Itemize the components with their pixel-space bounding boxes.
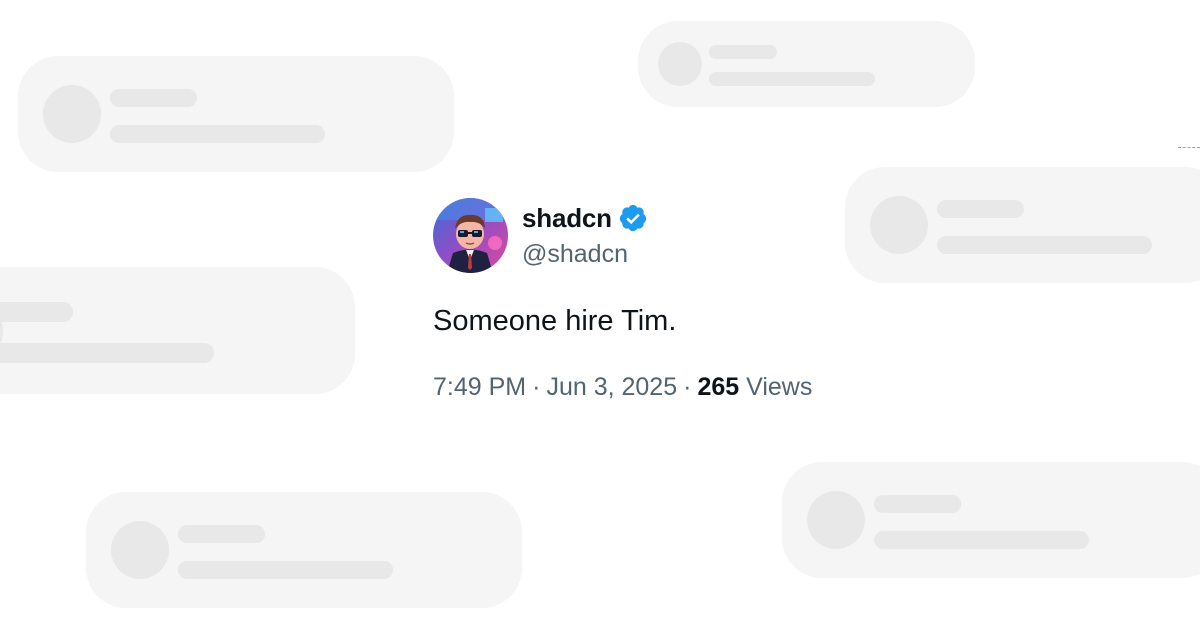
placeholder-card	[638, 21, 975, 107]
placeholder-line	[178, 525, 265, 543]
tweet-header: shadcn @shadcn	[433, 197, 953, 273]
views-count: 265	[697, 373, 740, 401]
views-label: Views	[746, 373, 813, 401]
name-row: shadcn	[522, 199, 648, 237]
placeholder-line	[110, 125, 325, 143]
placeholder-line	[874, 495, 961, 513]
placeholder-line	[709, 45, 777, 59]
placeholder-avatar	[111, 521, 169, 579]
placeholder-line	[178, 561, 393, 579]
tweet-date[interactable]: Jun 3, 2025	[546, 373, 677, 401]
placeholder-line	[709, 72, 875, 86]
placeholder-avatar	[43, 85, 101, 143]
placeholder-line	[874, 531, 1089, 549]
placeholder-card	[0, 267, 355, 394]
user-names: shadcn @shadcn	[522, 199, 648, 271]
display-name[interactable]: shadcn	[522, 203, 612, 234]
user-handle[interactable]: @shadcn	[522, 237, 648, 271]
tweet-image-canvas: shadcn @shadcn Someone hire Tim. 7:49 PM…	[0, 0, 1200, 630]
placeholder-line	[937, 236, 1152, 254]
placeholder-line	[110, 89, 197, 107]
tweet-text: Someone hire Tim.	[433, 305, 677, 337]
tweet-metadata: 7:49 PM · Jun 3, 2025 · 265 Views	[433, 371, 953, 403]
placeholder-line	[0, 343, 214, 363]
separator: ·	[532, 373, 541, 401]
placeholder-avatar	[807, 491, 865, 549]
placeholder-avatar	[658, 42, 702, 86]
tweet-card[interactable]: shadcn @shadcn Someone hire Tim. 7:49 PM…	[433, 197, 953, 403]
tweet-time[interactable]: 7:49 PM	[433, 373, 526, 401]
placeholder-card	[86, 492, 522, 608]
placeholder-line	[0, 302, 73, 322]
edge-dash-decoration	[1178, 147, 1200, 148]
placeholder-card	[782, 462, 1200, 578]
verified-badge-icon	[618, 203, 648, 233]
separator: ·	[683, 373, 692, 401]
placeholder-card	[18, 56, 454, 172]
avatar[interactable]	[433, 197, 508, 273]
avatar-illustration	[433, 197, 508, 273]
